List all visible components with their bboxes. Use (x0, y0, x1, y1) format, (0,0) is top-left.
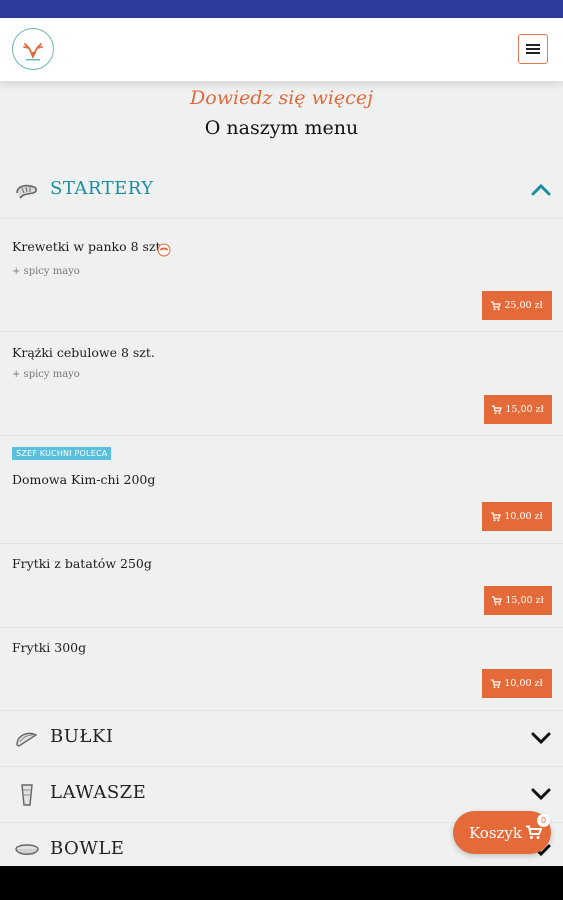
menu-item: Krążki cebulowe 8 szt. + spicy mayo 15,0… (0, 332, 563, 436)
category-bulki[interactable]: BUŁKI (0, 711, 563, 767)
item-name: Domowa Kim-chi 200g (12, 472, 156, 487)
item-name: Frytki 300g (12, 640, 87, 655)
add-to-cart-button[interactable]: 15,00 zł (484, 586, 552, 615)
page-title: O naszym menu (204, 117, 359, 139)
chili-spicy-icon (157, 243, 171, 257)
price-label: 15,00 zł (505, 404, 544, 415)
category-name: BUŁKI (50, 726, 114, 747)
item-name: Krewetki w panko 8 szt. (12, 239, 165, 254)
add-to-cart-button[interactable]: 10,00 zł (482, 502, 552, 531)
section-kicker: Dowiedz się więcej (190, 87, 373, 109)
cart-button[interactable]: Koszyk 0 (453, 811, 551, 854)
category-name: STARTERY (50, 178, 154, 199)
category-name: BOWLE (50, 838, 125, 859)
cart-count-badge: 0 (537, 814, 550, 827)
price-label: 10,00 zł (504, 511, 543, 522)
add-to-cart-button[interactable]: 15,00 zł (484, 395, 552, 424)
chevron-up-icon[interactable] (530, 181, 552, 199)
hamburger-icon (526, 44, 540, 54)
bowl-icon (15, 844, 39, 855)
price-label: 15,00 zł (505, 595, 544, 606)
item-name: Krążki cebulowe 8 szt. (12, 345, 155, 360)
site-header (0, 18, 563, 81)
category-startery[interactable]: STARTERY (0, 163, 563, 219)
cart-label: Koszyk (469, 823, 522, 842)
cart-icon (491, 511, 502, 521)
deer-logo-icon[interactable] (12, 28, 54, 70)
menu-item: Frytki 300g 10,00 zł (0, 628, 563, 711)
add-to-cart-button[interactable]: 25,00 zł (482, 291, 552, 320)
cart-icon (491, 300, 502, 310)
shrimp-icon (16, 184, 37, 199)
add-to-cart-button[interactable]: 10,00 zł (482, 669, 552, 698)
category-name: LAWASZE (50, 782, 147, 803)
cart-icon (492, 595, 503, 605)
wrap-icon (21, 784, 33, 806)
chevron-down-icon[interactable] (530, 785, 552, 803)
chevron-down-icon[interactable] (530, 729, 552, 747)
status-bar (0, 0, 563, 18)
item-description: + spicy mayo (12, 369, 80, 380)
item-name: Frytki z batatów 250g (12, 556, 152, 571)
chef-recommends-badge: SZEF KUCHNI POLECA (12, 447, 112, 460)
cart-icon (526, 825, 542, 839)
menu-item: SZEF KUCHNI POLECA Domowa Kim-chi 200g 1… (0, 436, 563, 544)
hamburger-menu-button[interactable] (518, 34, 548, 64)
system-navigation-bar (0, 866, 563, 900)
taco-icon (16, 732, 38, 747)
menu-item: Krewetki w panko 8 szt. + spicy mayo 25,… (0, 219, 563, 332)
item-description: + spicy mayo (12, 266, 80, 277)
price-label: 25,00 zł (504, 300, 543, 311)
cart-icon (492, 404, 503, 414)
menu-item: Frytki z batatów 250g 15,00 zł (0, 544, 563, 628)
cart-icon (491, 678, 502, 688)
price-label: 10,00 zł (504, 678, 543, 689)
